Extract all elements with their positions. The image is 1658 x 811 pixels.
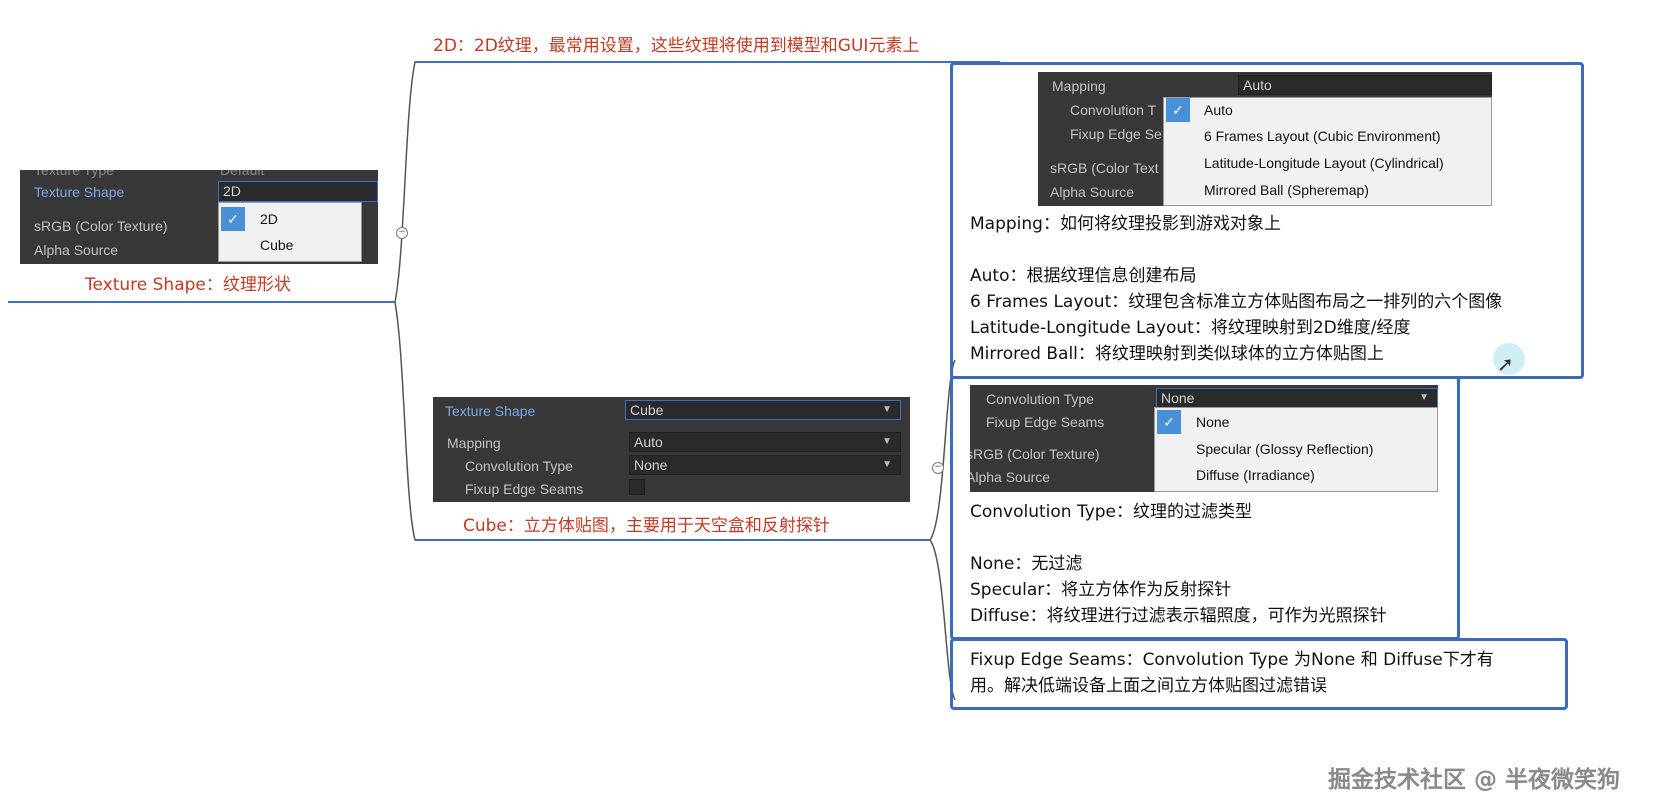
cube-convolution-label: Convolution Type: [465, 458, 573, 474]
mapping-dropdown[interactable]: Auto: [1238, 75, 1492, 95]
convolution-note-1: Convolution Type：纹理的过滤类型: [970, 502, 1253, 522]
mapping-note-5: Mirrored Ball：将纹理映射到类似球体的立方体贴图上: [970, 344, 1384, 364]
convolution-menu: ✓ None Specular (Glossy Reflection) Diffu…: [1154, 407, 1438, 492]
cube-mapping-label: Mapping: [447, 435, 501, 451]
cube-panel: Texture Shape Cube ▼ Mapping Auto ▼ Convol…: [433, 397, 910, 502]
cube-mapping-dropdown[interactable]: Auto ▼: [629, 432, 901, 452]
branch-2d-caption: 2D：2D纹理，最常用设置，这些纹理将使用到模型和GUI元素上: [433, 36, 920, 56]
texture-shape-label: Texture Shape: [34, 184, 125, 200]
convolution-note-2: None：无过滤: [970, 554, 1083, 574]
fixup-note-2: 用。解决低端设备上面之间立方体贴图过滤错误: [970, 676, 1327, 696]
texture-type-value: Default: [220, 170, 265, 178]
convolution-value: None: [1161, 390, 1195, 406]
mapping-srgb-label: sRGB (Color Text: [1050, 160, 1159, 176]
texture-shape-caption: Texture Shape：纹理形状: [85, 275, 291, 295]
fixup-edge-seams-checkbox[interactable]: [629, 479, 645, 495]
chevron-down-icon: ▼: [1419, 392, 1429, 403]
menu-item-auto-label: Auto: [1204, 102, 1233, 118]
convolution-fixup-label: Fixup Edge Seams: [986, 414, 1105, 430]
watermark: 掘金技术社区 @ 半夜微笑狗: [1328, 767, 1621, 793]
mapping-note-3: 6 Frames Layout：纹理包含标准立方体贴图布局之一排列的六个图像: [970, 292, 1503, 312]
menu-item-2d-label: 2D: [260, 211, 278, 227]
menu-item-cube[interactable]: Cube: [219, 233, 361, 258]
menu-item-mirrored-ball-label: Mirrored Ball (Spheremap): [1204, 182, 1369, 198]
menu-item-auto[interactable]: ✓ Auto: [1164, 98, 1491, 123]
menu-item-none-label: None: [1196, 414, 1230, 430]
chevron-down-icon: ▼: [882, 404, 892, 415]
mapping-note-4: Latitude-Longitude Layout：将纹理映射到2D维度/经度: [970, 318, 1411, 338]
menu-item-specular-label: Specular (Glossy Reflection): [1196, 441, 1374, 457]
texture-shape-menu: ✓ 2D Cube: [218, 202, 362, 262]
cube-convolution-dropdown[interactable]: None ▼: [629, 455, 901, 475]
convolution-note-3: Specular：将立方体作为反射探针: [970, 580, 1232, 600]
mapping-convolution-label: Convolution T: [1070, 102, 1157, 118]
mouse-cursor-icon: ➚: [1497, 352, 1514, 376]
menu-item-6-frames-label: 6 Frames Layout (Cubic Environment): [1204, 128, 1441, 144]
alpha-source-label: Alpha Source: [34, 242, 119, 258]
cube-convolution-value: None: [634, 457, 668, 473]
check-icon: ✓: [221, 207, 245, 231]
cube-caption: Cube：立方体贴图，主要用于天空盒和反射探针: [463, 516, 830, 536]
mapping-note-2: Auto：根据纹理信息创建布局: [970, 266, 1197, 286]
texture-shape-dropdown[interactable]: 2D: [218, 181, 378, 202]
collapse-toggle-cube[interactable]: −: [932, 462, 944, 474]
cube-texture-shape-label: Texture Shape: [445, 403, 536, 419]
menu-item-specular[interactable]: Specular (Glossy Reflection): [1155, 437, 1437, 462]
menu-item-diffuse[interactable]: Diffuse (Irradiance): [1155, 463, 1437, 488]
mapping-alpha-label: Alpha Source: [1050, 184, 1135, 200]
srgb-label: sRGB (Color Texture): [34, 218, 168, 234]
menu-item-cube-label: Cube: [260, 237, 294, 253]
mapping-menu: ✓ Auto 6 Frames Layout (Cubic Environment…: [1163, 97, 1492, 206]
menu-item-mirrored-ball[interactable]: Mirrored Ball (Spheremap): [1164, 178, 1491, 203]
mapping-fixup-label: Fixup Edge Se: [1070, 126, 1162, 142]
menu-item-6-frames[interactable]: 6 Frames Layout (Cubic Environment): [1164, 124, 1491, 149]
cube-texture-shape-value: Cube: [630, 402, 664, 418]
texture-type-label: Texture Type: [34, 170, 114, 178]
check-icon: ✓: [1166, 98, 1190, 122]
chevron-down-icon: ▼: [882, 459, 892, 470]
convolution-srgb-label: sRGB (Color Texture): [970, 446, 1100, 462]
texture-shape-dropdown-value: 2D: [223, 183, 241, 199]
chevron-down-icon: ▼: [882, 436, 892, 447]
fixup-note-1: Fixup Edge Seams：Convolution Type 为None …: [970, 650, 1494, 670]
convolution-note-4: Diffuse：将纹理进行过滤表示辐照度，可作为光照探针: [970, 606, 1387, 626]
convolution-alpha-label: Alpha Source: [970, 469, 1051, 485]
cube-texture-shape-dropdown[interactable]: Cube ▼: [625, 400, 901, 420]
convolution-dropdown[interactable]: None ▼: [1156, 388, 1438, 408]
mapping-note-1: Mapping：如何将纹理投影到游戏对象上: [970, 214, 1281, 234]
menu-item-diffuse-label: Diffuse (Irradiance): [1196, 467, 1315, 483]
menu-item-lat-long[interactable]: Latitude-Longitude Layout (Cylindrical): [1164, 151, 1491, 176]
menu-item-none[interactable]: ✓ None: [1155, 410, 1437, 435]
mapping-value: Auto: [1243, 77, 1272, 93]
convolution-label: Convolution Type: [986, 391, 1094, 407]
collapse-toggle-root[interactable]: −: [396, 227, 408, 239]
check-icon: ✓: [1157, 410, 1181, 434]
mapping-label: Mapping: [1052, 78, 1106, 94]
menu-item-2d[interactable]: ✓ 2D: [219, 207, 361, 232]
cube-mapping-value: Auto: [634, 434, 663, 450]
cube-fixup-label: Fixup Edge Seams: [465, 481, 584, 497]
menu-item-lat-long-label: Latitude-Longitude Layout (Cylindrical): [1204, 155, 1444, 171]
